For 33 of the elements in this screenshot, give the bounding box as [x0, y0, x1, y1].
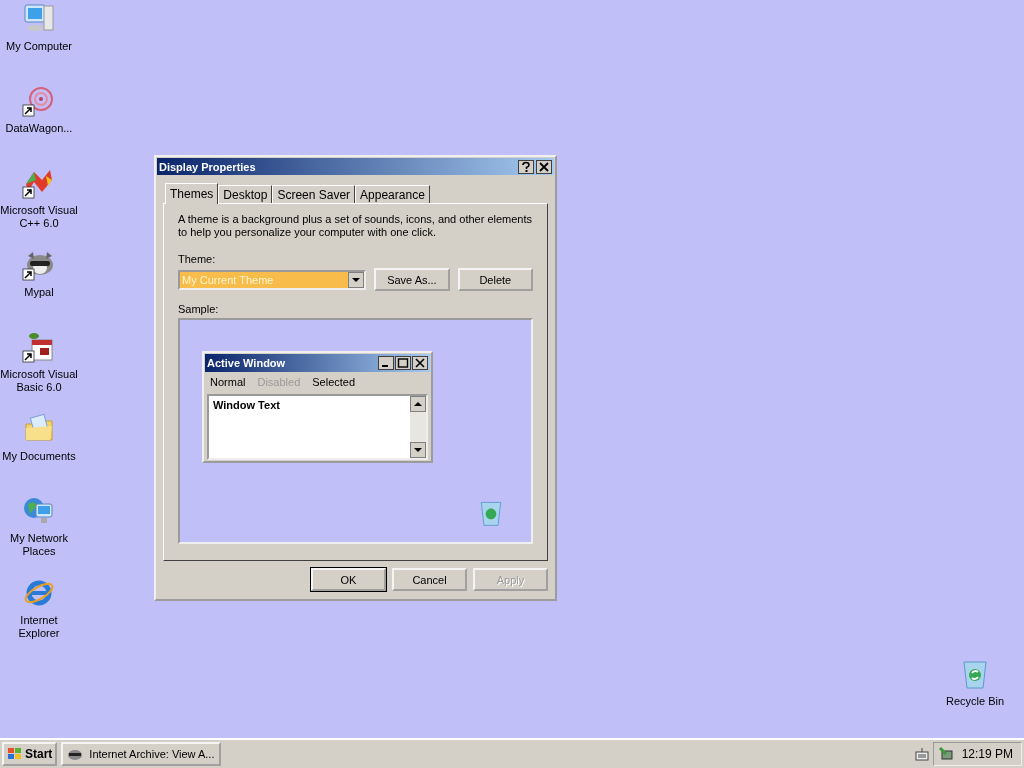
clock[interactable]: 12:19 PM: [961, 747, 1013, 761]
dialog-button[interactable]: OK: [311, 568, 386, 591]
tab[interactable]: Themes: [165, 183, 219, 204]
tab[interactable]: Screen Saver: [272, 185, 356, 203]
icon-label[interactable]: Internet Explorer: [0, 614, 78, 640]
icon-label[interactable]: My Computer: [6, 40, 72, 53]
scroll-bar: [410, 396, 426, 458]
theme-label: Theme:: [178, 253, 217, 265]
theme-button[interactable]: Delete: [457, 268, 533, 291]
taskbar-button[interactable]: Internet Archive: View A...: [61, 742, 222, 766]
window-title: Display Properties: [159, 160, 256, 173]
theme-button[interactable]: Save As...: [374, 268, 450, 291]
calendar-icon[interactable]: [22, 330, 56, 364]
start-button[interactable]: Start: [2, 742, 58, 766]
window-controls-icon: [378, 356, 428, 370]
flower-icon[interactable]: [22, 84, 56, 118]
dialog-button[interactable]: Cancel: [392, 568, 467, 591]
icon-label[interactable]: My Documents: [2, 450, 76, 463]
sample-window-title: Active Window: [207, 357, 286, 369]
help-icon[interactable]: [518, 159, 534, 174]
icon-label[interactable]: Mypal: [24, 286, 54, 299]
icon-label[interactable]: Microsoft Visual Basic 6.0: [0, 368, 78, 394]
icon-label[interactable]: Microsoft Visual C++ 6.0: [0, 204, 78, 230]
window-text: Window Text: [212, 398, 281, 413]
description-text: A theme is a background plus a set of sounds, icons, and other elements to help you personalize your computer with one click.: [178, 213, 533, 239]
icon-label[interactable]: Recycle Bin: [945, 695, 1005, 708]
tab[interactable]: Desktop: [218, 185, 273, 203]
tab[interactable]: Appearance: [355, 185, 430, 203]
sample-label: Sample:: [178, 303, 220, 315]
icon-label[interactable]: My Network Places: [0, 532, 78, 558]
close-icon[interactable]: [536, 159, 552, 174]
windows-flag-icon: [7, 747, 23, 761]
icon-label[interactable]: DataWagon...: [5, 122, 73, 135]
